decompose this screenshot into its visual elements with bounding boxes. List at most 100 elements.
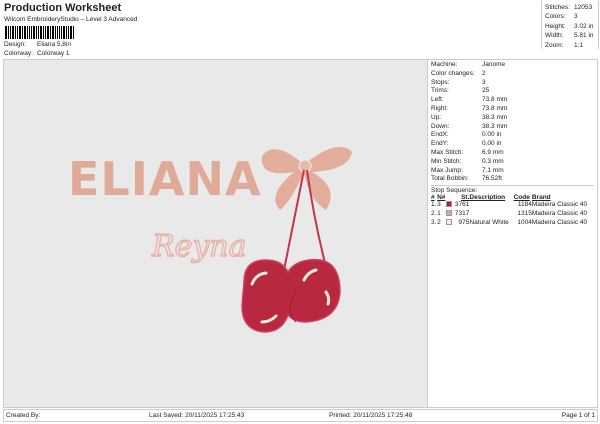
detail-value: 38.3 mm xyxy=(482,122,508,130)
thread-description xyxy=(469,210,513,219)
thread-code: 1315 xyxy=(517,209,532,217)
detail-label: Machine: xyxy=(431,61,458,68)
stat-label: Width: xyxy=(545,32,564,40)
detail-label: Down: xyxy=(431,122,450,130)
detail-value: 73.8 mm xyxy=(482,96,508,104)
thread-description: Natural White xyxy=(469,218,509,226)
detail-value: 0.00 in xyxy=(482,131,502,139)
barcode xyxy=(5,25,101,39)
artwork-name-text: ELIANA xyxy=(68,152,262,206)
detail-value: 0.3 mm xyxy=(482,157,504,165)
summary-stats: Stitches: 12053 Colors: 3 Height: 3.02 in W… xyxy=(541,1,599,49)
detail-row: Trims: 25 xyxy=(431,87,594,96)
detail-label: Left: xyxy=(431,96,444,104)
detail-value: 6.9 mm xyxy=(482,148,504,156)
design-value: Eliana 5,8in xyxy=(37,41,71,48)
detail-row: Left: 73.8 mm xyxy=(431,96,594,105)
page-title: Production Worksheet xyxy=(4,2,122,14)
detail-label: Max Stitch: xyxy=(431,148,464,156)
detail-row: Color changes: 2 xyxy=(431,70,594,79)
software-subtitle: Wilcom EmbroideryStudio – Level 3 Advanc… xyxy=(4,16,138,23)
detail-value: 3 xyxy=(482,78,486,86)
detail-row: Down: 38.3 mm xyxy=(431,123,594,132)
col-header: Code xyxy=(513,194,530,202)
thread-brand: Madeira Classic 40 xyxy=(531,218,588,226)
color-swatch xyxy=(446,201,453,208)
detail-label: Trims: xyxy=(431,87,449,95)
detail-row: Total Bobbin: 76.52ft xyxy=(431,175,594,184)
table-row: 3. 2 975 Natural White 1004 Madeira Classic 4… xyxy=(431,219,594,228)
footer: Created By: Last Saved: 20/11/2025 17:25… xyxy=(3,409,598,422)
detail-label: EndX: xyxy=(431,131,449,139)
detail-row: Min Stitch: 0.3 mm xyxy=(431,158,594,167)
stop-sequence-table: # N# St. Description Code Brand 1. 3 3761 1… xyxy=(431,194,594,227)
detail-value: 73.8 mm xyxy=(482,104,508,112)
stitch-count: 975 xyxy=(458,218,470,226)
detail-row: Right: 73.8 mm xyxy=(431,105,594,114)
detail-label: Right: xyxy=(431,104,448,112)
col-header: Brand xyxy=(531,194,551,202)
table-row: 1. 3 3761 1184 Madeira Classic 40 xyxy=(431,201,594,210)
stop-sequence: Stop Sequence: # N# St. Description Code… xyxy=(431,185,594,227)
artwork-script-text: Reyna xyxy=(151,229,247,264)
col-header: N# xyxy=(437,194,446,202)
detail-value: 76.52ft xyxy=(482,175,502,183)
detail-label: Min Stitch: xyxy=(431,157,462,165)
detail-row: EndY: 0.00 in xyxy=(431,140,594,149)
stat-value: 3 xyxy=(574,13,578,21)
table-row: 2. 1 7317 1315 Madeira Classic 40 xyxy=(431,210,594,219)
detail-row: Up: 38.3 mm xyxy=(431,114,594,123)
detail-value: 0.00 in xyxy=(482,140,502,148)
thread-brand: Madeira Classic 40 xyxy=(531,201,588,209)
stat-label: Height: xyxy=(545,22,566,30)
last-saved: Last Saved: 20/11/2025 17:25:43 xyxy=(149,412,245,419)
created-by: Created By: xyxy=(6,412,41,419)
detail-row: Stops: 3 xyxy=(431,79,594,88)
stat-value: 5.81 in xyxy=(574,32,594,40)
needle-number: 2 xyxy=(437,218,441,226)
colorway-value: Colorway 1 xyxy=(37,50,70,57)
col-header: Description xyxy=(469,194,506,202)
needle-number: 1 xyxy=(437,209,441,217)
detail-label: Max Jump: xyxy=(431,166,463,174)
thread-brand: Madeira Classic 40 xyxy=(531,209,588,217)
detail-label: Up: xyxy=(431,113,442,121)
stitch-count: 7317 xyxy=(454,209,470,217)
detail-row: Machine: Janome xyxy=(431,61,594,70)
stat-value: 3.02 in xyxy=(574,22,594,30)
detail-value: 7.1 mm xyxy=(482,166,504,174)
detail-row: Max Jump: 7.1 mm xyxy=(431,167,594,176)
thread-code: 1004 xyxy=(517,218,532,226)
color-swatch xyxy=(446,210,453,217)
bow-icon xyxy=(261,146,352,210)
stat-value: 12053 xyxy=(574,4,593,11)
detail-row: Max Stitch: 6.9 mm xyxy=(431,149,594,158)
design-preview: ELIANA Reyna xyxy=(3,59,428,408)
details-panel: Machine: Janome Color changes: 2 Stops: 3 Trim… xyxy=(428,59,598,408)
detail-label: Total Bobbin: xyxy=(431,175,469,183)
thread-code: 1184 xyxy=(517,201,532,209)
detail-value: 2 xyxy=(482,69,486,77)
color-swatch xyxy=(446,219,453,226)
stat-label: Stitches: xyxy=(545,4,570,11)
stat-label: Colors: xyxy=(545,13,566,21)
detail-label: Color changes: xyxy=(431,69,475,77)
stitch-count: 3761 xyxy=(454,201,470,209)
design-label: Design: xyxy=(4,41,27,48)
page-number: Page 1 of 1 xyxy=(561,412,595,419)
detail-value: Janome xyxy=(482,61,506,68)
stat-value: 1:1 xyxy=(574,41,584,49)
stat-label: Zoom: xyxy=(545,41,564,49)
stop-sequence-title: Stop Sequence: xyxy=(431,187,478,195)
detail-value: 38.3 mm xyxy=(482,113,508,121)
colorway-label: Colorway: xyxy=(4,50,33,57)
detail-label: Stops: xyxy=(431,78,450,86)
detail-row: EndX: 0.00 in xyxy=(431,131,594,140)
detail-value: 25 xyxy=(482,87,490,95)
thread-description xyxy=(469,201,513,210)
detail-label: EndY: xyxy=(431,140,449,148)
needle-number: 3 xyxy=(437,201,441,209)
col-header: St. xyxy=(461,194,470,202)
embroidery-artwork: ELIANA Reyna xyxy=(68,146,352,333)
printed-date: Printed: 20/11/2025 17:25:48 xyxy=(329,412,413,419)
